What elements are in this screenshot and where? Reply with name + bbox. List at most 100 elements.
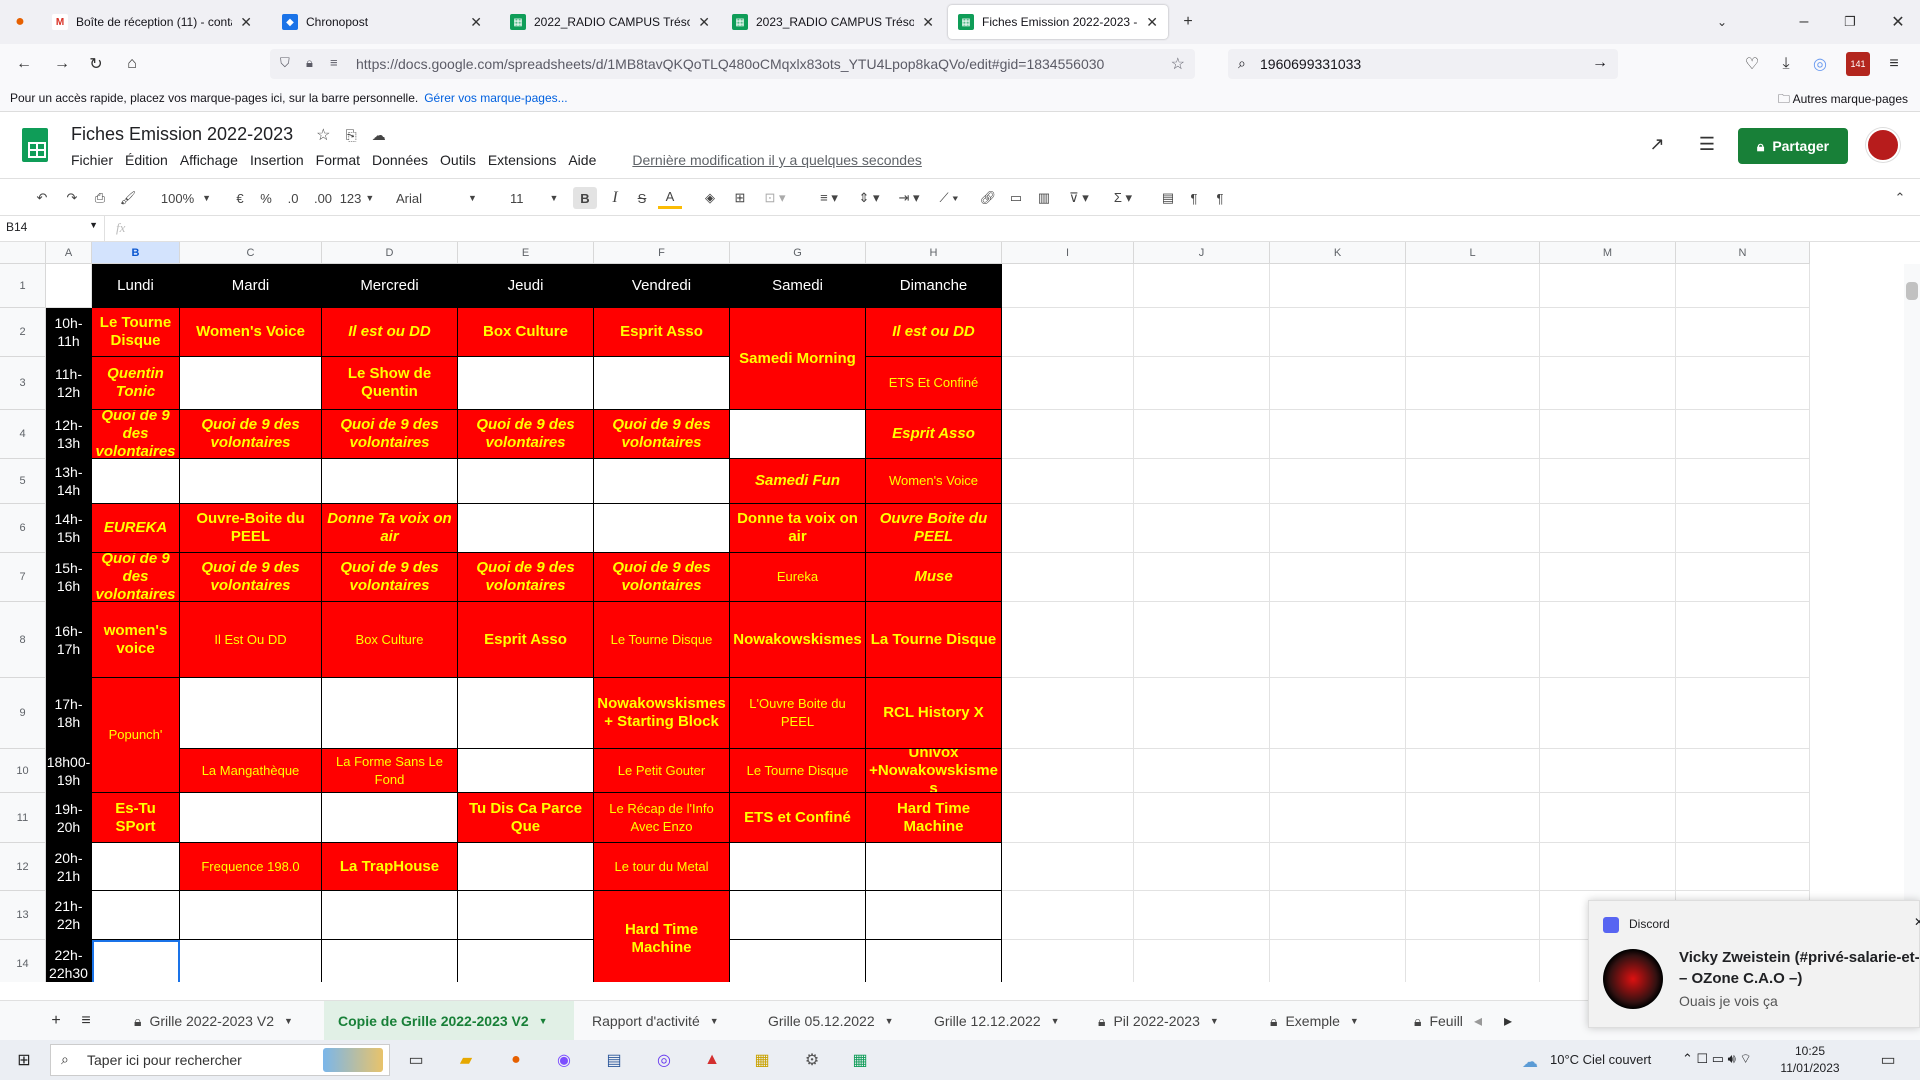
- grid-cell[interactable]: [1270, 843, 1406, 891]
- show-cell[interactable]: Quoi de 9 des volontaires: [322, 410, 458, 459]
- grid-cell[interactable]: [1676, 678, 1810, 749]
- empty-slot-cell[interactable]: [92, 459, 180, 504]
- grid-cell[interactable]: [1676, 357, 1810, 410]
- browser-tab[interactable]: ▦ 2022_RADIO CAMPUS Tréso Cor ✕: [500, 5, 720, 39]
- cloud-status-icon[interactable]: ☁: [372, 127, 386, 143]
- time-slot-cell[interactable]: 11h-12h: [46, 357, 92, 410]
- empty-slot-cell[interactable]: [180, 678, 322, 749]
- fill-color-icon[interactable]: ◈: [698, 187, 722, 209]
- grid-cell[interactable]: [1540, 264, 1676, 308]
- vertical-scrollbar[interactable]: [1904, 264, 1920, 982]
- show-cell[interactable]: Il est ou DD: [322, 308, 458, 357]
- grid-cell[interactable]: [1676, 602, 1810, 678]
- grid-cell[interactable]: [1134, 264, 1270, 308]
- show-cell[interactable]: Quoi de 9 des volontaires: [180, 410, 322, 459]
- show-cell[interactable]: Le Tourne Disque: [594, 602, 730, 678]
- app-icon[interactable]: ◉: [552, 1048, 576, 1072]
- grid-cell[interactable]: [1270, 793, 1406, 843]
- day-header[interactable]: Vendredi: [594, 264, 730, 308]
- grid-cell[interactable]: [1134, 940, 1270, 982]
- sheet-tab[interactable]: Rapport d'activité ▼: [578, 1001, 748, 1041]
- show-cell[interactable]: Frequence 198.0: [180, 843, 322, 891]
- selected-cell[interactable]: [92, 940, 180, 982]
- decrease-decimal-button[interactable]: .0: [282, 187, 304, 209]
- menu-fichier[interactable]: Fichier: [71, 152, 113, 168]
- grid-cell[interactable]: [1134, 410, 1270, 459]
- show-cell[interactable]: Eureka: [730, 553, 866, 602]
- grid-cell[interactable]: [1406, 749, 1540, 793]
- show-cell[interactable]: Muse: [866, 553, 1002, 602]
- time-slot-cell[interactable]: 10h-11h: [46, 308, 92, 357]
- other-bookmarks[interactable]: 🗀︎ Autres marque-pages: [1778, 90, 1908, 111]
- word-icon[interactable]: ▤: [602, 1048, 626, 1072]
- menu-format[interactable]: Format: [316, 152, 360, 168]
- show-cell[interactable]: Nowakowskismes: [730, 602, 866, 678]
- grid-cell[interactable]: [1540, 308, 1676, 357]
- show-cell[interactable]: Le Récap de l'Info Avec Enzo: [594, 793, 730, 843]
- show-cell[interactable]: EUREKA: [92, 504, 180, 553]
- grid-cell[interactable]: [1270, 749, 1406, 793]
- empty-slot-cell[interactable]: [92, 843, 180, 891]
- collapse-menu-icon[interactable]: ⌃: [1888, 187, 1912, 209]
- grid-cell[interactable]: [1002, 749, 1134, 793]
- show-cell[interactable]: Box Culture: [458, 308, 594, 357]
- font-select[interactable]: Arial ▼: [392, 187, 484, 209]
- new-tab-icon[interactable]: +: [1176, 10, 1200, 34]
- grid-cell[interactable]: [1406, 264, 1540, 308]
- empty-slot-cell[interactable]: [180, 940, 322, 982]
- grid-cell[interactable]: [1134, 749, 1270, 793]
- sheet-tab-active[interactable]: Copie de Grille 2022-2023 V2 ▼: [324, 1001, 574, 1041]
- percent-format-button[interactable]: %: [258, 187, 274, 209]
- grid-cell[interactable]: [1406, 843, 1540, 891]
- show-cell[interactable]: Quoi de 9 des volontaires: [458, 553, 594, 602]
- grid-cell[interactable]: [1676, 843, 1810, 891]
- grid-cell[interactable]: [1270, 504, 1406, 553]
- column-header[interactable]: F: [594, 242, 730, 264]
- grid-cell[interactable]: [1540, 459, 1676, 504]
- browser-tab-active[interactable]: ▦ Fiches Emission 2022-2023 - Go ✕: [948, 5, 1168, 39]
- grid-cell[interactable]: [1270, 678, 1406, 749]
- insert-chart-icon[interactable]: ▥: [1032, 187, 1056, 209]
- column-header[interactable]: D: [322, 242, 458, 264]
- show-cell[interactable]: L'Ouvre Boite du PEEL: [730, 678, 866, 749]
- url-bar[interactable]: ⛉ 🔒︎ ≡ https://docs.google.com/spreadshe…: [270, 49, 1195, 79]
- empty-slot-cell[interactable]: [594, 459, 730, 504]
- empty-slot-cell[interactable]: [458, 357, 594, 410]
- column-header[interactable]: C: [180, 242, 322, 264]
- file-explorer-icon[interactable]: ▰: [454, 1048, 478, 1072]
- extension-icon[interactable]: ◎: [1808, 52, 1832, 76]
- paragraph-direction-icon[interactable]: ¶: [1182, 187, 1206, 209]
- star-icon[interactable]: ☆: [1171, 54, 1185, 74]
- input-tools-icon[interactable]: ▤: [1156, 187, 1180, 209]
- avatar[interactable]: [1866, 128, 1900, 162]
- time-slot-cell[interactable]: 15h-16h: [46, 553, 92, 602]
- column-header[interactable]: M: [1540, 242, 1676, 264]
- grid-cell[interactable]: [1002, 504, 1134, 553]
- column-header[interactable]: A: [46, 242, 92, 264]
- select-all-corner[interactable]: [0, 242, 46, 264]
- add-sheet-icon[interactable]: +: [44, 1009, 68, 1033]
- empty-slot-cell[interactable]: [92, 891, 180, 940]
- show-cell[interactable]: Quoi de 9 des volontaires: [594, 553, 730, 602]
- empty-slot-cell[interactable]: [458, 891, 594, 940]
- move-folder-icon[interactable]: ⎘: [346, 127, 357, 143]
- show-cell[interactable]: Le Tourne Disque: [730, 749, 866, 793]
- row-header[interactable]: 5: [0, 459, 46, 504]
- grid-cell[interactable]: [1270, 410, 1406, 459]
- grid-cell[interactable]: [1406, 602, 1540, 678]
- browser-tab[interactable]: ◆ Chronopost ✕: [272, 5, 492, 39]
- grid-cell[interactable]: [1002, 357, 1134, 410]
- close-icon[interactable]: ✕: [922, 14, 934, 31]
- empty-slot-cell[interactable]: [180, 793, 322, 843]
- time-slot-cell[interactable]: 16h-17h: [46, 602, 92, 678]
- menu-aide[interactable]: Aide: [568, 152, 596, 168]
- menu-extensions[interactable]: Extensions: [488, 152, 556, 168]
- empty-slot-cell[interactable]: [458, 678, 594, 749]
- text-color-icon[interactable]: A: [658, 187, 682, 209]
- empty-slot-cell[interactable]: [866, 843, 1002, 891]
- day-header[interactable]: Samedi: [730, 264, 866, 308]
- insert-comment-icon[interactable]: ▭: [1004, 187, 1028, 209]
- empty-slot-cell[interactable]: [594, 357, 730, 410]
- column-header[interactable]: E: [458, 242, 594, 264]
- row-header[interactable]: 6: [0, 504, 46, 553]
